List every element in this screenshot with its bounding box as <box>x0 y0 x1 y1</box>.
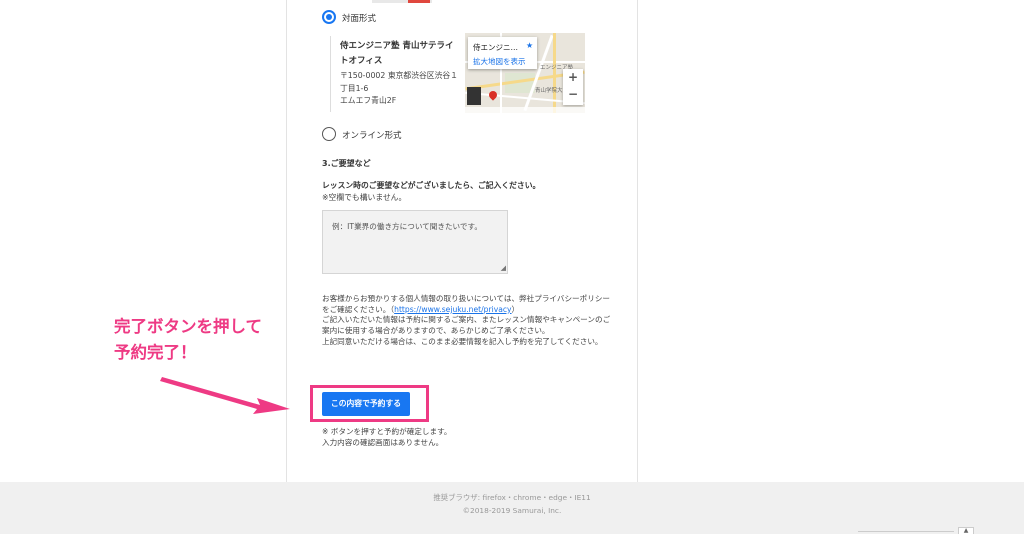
map-label: 青山学院大 <box>535 88 563 94</box>
in-person-label: 対面形式 <box>342 14 377 24</box>
required-badge-remnant <box>408 0 430 3</box>
submit-reservation-button[interactable]: この内容で予約する <box>322 392 410 416</box>
chevron-up-icon[interactable]: ▲ <box>958 527 974 534</box>
online-label: オンライン形式 <box>342 131 402 141</box>
qr-code-icon <box>467 87 481 105</box>
submit-note: ※ ボタンを押すと予約が確定します。 入力内容の確認画面はありません。 <box>322 426 452 448</box>
map-pin-icon <box>487 89 499 101</box>
privacy-text: ） <box>511 304 520 314</box>
annotation-arrow-icon <box>160 377 290 414</box>
privacy-consent-text: 上記同意いただける場合は、このまま必要情報を記入し予約を完了してください。 <box>322 336 603 346</box>
requests-optional-note: ※空欄でも構いません。 <box>322 193 407 202</box>
map-footer-clipped <box>465 107 585 113</box>
submit-note-line: ※ ボタンを押すと予約が確定します。 <box>322 427 452 436</box>
map-info-card: 侍エンジニ… ★ 拡大地図を表示 <box>468 37 537 69</box>
requests-instruction: レッスン時のご要望などがございましたら、ご記入ください。 <box>322 181 541 190</box>
privacy-usage-text: ご記入いただいた情報は予約に関するご案内、またレッスン情報やキャンペーンのご案内… <box>322 315 611 336</box>
annotation-line: 予約完了！ <box>114 343 197 362</box>
annotation-line: 完了ボタンを押して <box>114 317 263 336</box>
address-line: 〒150-0002 東京都渋谷区渋谷１ <box>340 71 458 80</box>
address-line: エムエフ青山2F <box>340 96 397 105</box>
map-card-title: 侍エンジニ… <box>473 43 518 52</box>
online-radio[interactable] <box>322 127 336 141</box>
recommended-browsers: 推奨ブラウザ: firefox・chrome・edge・IE11 <box>433 493 591 502</box>
zoom-in-button[interactable]: + <box>563 69 583 86</box>
venue-address: 〒150-0002 東京都渋谷区渋谷１ 丁目1-6 エムエフ青山2F <box>340 70 458 108</box>
annotation-text: 完了ボタンを押して 予約完了！ <box>114 314 262 366</box>
in-person-radio[interactable] <box>322 10 336 24</box>
copyright: ©2018-2019 Samurai, Inc. <box>462 506 562 515</box>
requests-placeholder: 例：IT業界の働き方について聞きたいです。 <box>332 222 482 231</box>
privacy-notice: お客様からお預かりする個人情報の取り扱いについては、弊社プライバシーポリシーをご… <box>322 294 614 348</box>
map-zoom-control: + − <box>563 69 583 105</box>
requests-textarea[interactable]: 例：IT業界の働き方について聞きたいです。 ◢ <box>322 210 508 274</box>
privacy-policy-link[interactable]: https://www.sejuku.net/privacy <box>394 305 511 314</box>
resize-handle-icon[interactable]: ◢ <box>501 265 506 272</box>
address-line: 丁目1-6 <box>340 83 369 93</box>
venue-name: 侍エンジニア塾 青山サテライトオフィス <box>340 41 454 66</box>
venue-map[interactable]: エンジニア塾 青山学院大 侍エンジニ… ★ 拡大地図を表示 + − <box>465 33 585 113</box>
content-right-border <box>637 0 638 482</box>
submit-note-line: 入力内容の確認画面はありません。 <box>322 438 444 447</box>
venue-divider <box>330 36 331 112</box>
zoom-out-button[interactable]: − <box>563 86 583 103</box>
bottom-divider <box>858 531 954 532</box>
site-footer: 推奨ブラウザ: firefox・chrome・edge・IE11 ©2018-2… <box>0 482 1024 534</box>
requests-section-title: 3.ご要望など <box>322 159 371 168</box>
venue-access-clipped <box>340 108 458 113</box>
star-icon[interactable]: ★ <box>526 41 533 50</box>
view-larger-map-link[interactable]: 拡大地図を表示 <box>473 56 526 67</box>
